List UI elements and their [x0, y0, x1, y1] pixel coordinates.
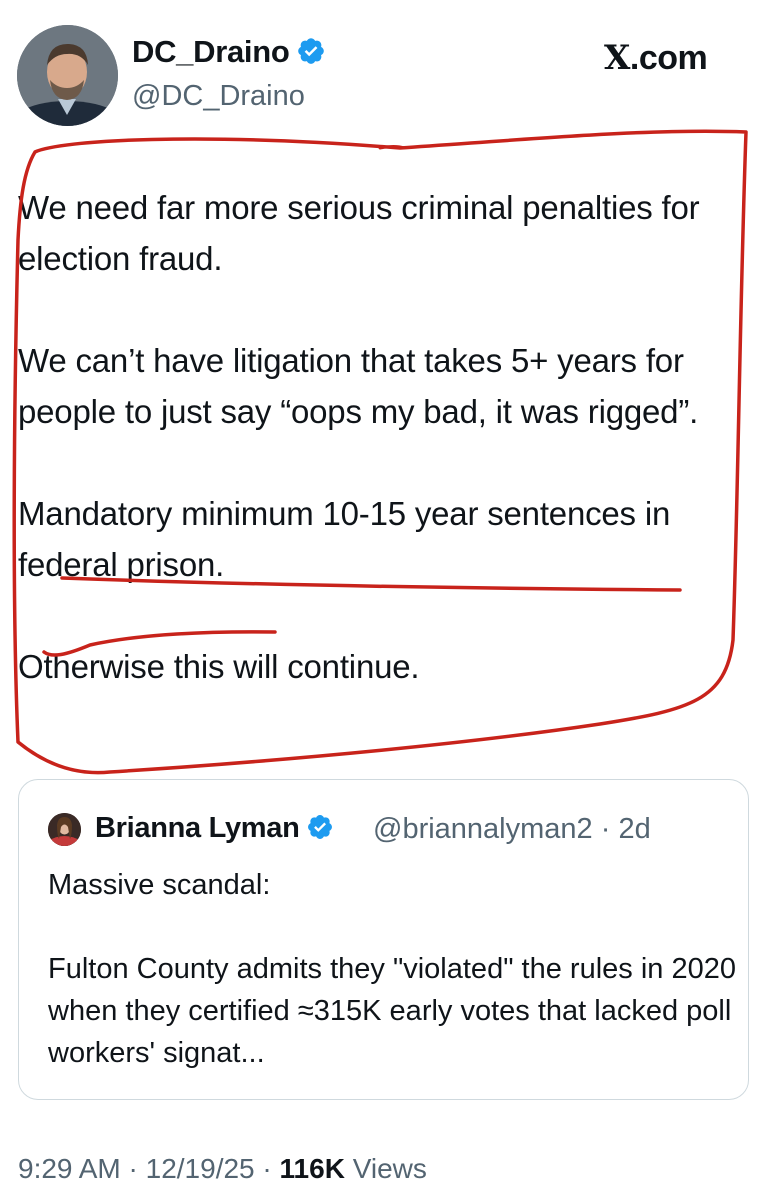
quoted-tweet-paragraph: Massive scandal:: [48, 869, 271, 901]
views-label: Views: [352, 1153, 427, 1184]
verified-badge-icon: [306, 813, 334, 849]
tweet-time[interactable]: 9:29 AM: [18, 1153, 121, 1184]
tweet-paragraph: Mandatory minimum 10-15 year sentences i…: [18, 495, 671, 583]
tweet-paragraph: We need far more serious criminal penalt…: [18, 189, 700, 277]
x-logo-letter: X: [604, 38, 630, 78]
quoted-tweet-text: Massive scandal: Fulton County admits th…: [48, 864, 738, 1116]
quoted-tweet-paragraph: Fulton County admits they "violated" the…: [48, 953, 736, 1069]
tweet-text: We need far more serious criminal penalt…: [18, 182, 754, 692]
quoted-author-avatar[interactable]: [48, 813, 81, 846]
separator-dot: ·: [254, 1153, 280, 1184]
separator-dot: ·: [592, 813, 619, 845]
quoted-author-meta: @briannalyman2 · 2d: [373, 813, 651, 846]
quoted-tweet-card[interactable]: Brianna Lyman @briannalyman2 · 2d Massiv…: [18, 779, 749, 1100]
quoted-author-handle[interactable]: @briannalyman2: [373, 813, 593, 845]
person-portrait-icon: [17, 25, 118, 126]
person-portrait-icon: [48, 813, 81, 846]
tweet-date[interactable]: 12/19/25: [146, 1153, 255, 1184]
views-count: 116K: [279, 1153, 345, 1184]
quoted-tweet-age[interactable]: 2d: [618, 813, 650, 845]
verified-badge-icon: [296, 36, 326, 74]
author-handle[interactable]: @DC_Draino: [132, 80, 305, 113]
tweet-paragraph: Otherwise this will continue.: [18, 648, 420, 685]
author-avatar[interactable]: [17, 25, 118, 126]
site-label: X.com: [604, 38, 708, 78]
tweet-paragraph: We can’t have litigation that takes 5+ y…: [18, 342, 699, 430]
author-display-name[interactable]: DC_Draino: [132, 34, 326, 74]
quoted-author-name[interactable]: Brianna Lyman: [95, 812, 334, 849]
tweet-metadata: 9:29 AM · 12/19/25 · 116K Views: [18, 1153, 427, 1185]
site-label-rest: .com: [629, 39, 708, 77]
red-encircling-tick: [378, 145, 406, 150]
separator-dot: ·: [120, 1153, 146, 1184]
